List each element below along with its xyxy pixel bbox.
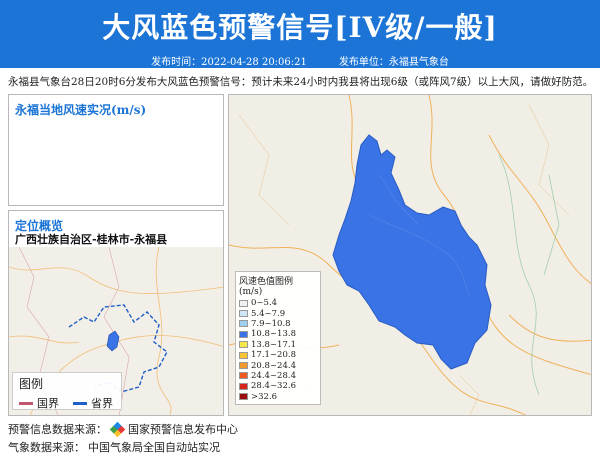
weather-source-label: 气象数据来源： [8,441,85,454]
wind-legend-swatch [239,393,248,401]
wind-color-legend: 风速色值图例 (m/s) 0~5.4 5.4~7.9 7.9~10.8 10.8~13… [235,271,321,405]
wind-panel-title: 永福当地风速实况(m/s) [15,103,147,117]
wind-legend-label: 7.9~10.8 [251,318,291,329]
wind-legend-swatch [239,299,248,307]
overview-legend: 图例 国界 省界 [12,372,122,410]
header-banner: 大风蓝色预警信号[IV级/一般] [0,0,600,52]
wind-legend-item: 0~5.4 [239,298,317,308]
warning-source-line: 预警信息数据来源： 国家预警信息发布中心 [8,421,238,437]
national-border-label: 国界 [37,397,59,410]
wind-legend-label: 0~5.4 [251,298,278,309]
wind-legend-title: 风速色值图例 (m/s) [239,277,294,297]
province-border-label: 省界 [91,397,113,410]
wind-legend-item: 17.1~20.8 [239,350,317,360]
weather-source-value: 中国气象局全国自动站实况 [88,441,220,454]
publisher: 发布单位：永福县气象台 [338,56,449,68]
wind-legend-label: 28.4~32.6 [251,381,296,392]
warning-source-value: 国家预警信息发布中心 [128,423,238,436]
national-border-swatch [19,401,33,405]
wind-legend-swatch [239,330,248,338]
publish-time: 发布时间：2022-04-28 20:06:21 [151,56,307,68]
weather-source-line: 气象数据来源： 中国气象局全国自动站实况 [8,439,220,455]
location-region: 广西壮族自治区-桂林市-永福县 [15,233,168,246]
wind-legend-label: >32.6 [251,391,278,402]
wind-legend-item: 10.8~13.8 [239,329,317,339]
wind-legend-item: 7.9~10.8 [239,319,317,329]
wind-legend-label: 5.4~7.9 [251,308,286,319]
wind-legend-swatch [239,372,248,380]
wind-legend-swatch [239,341,248,349]
wind-speed-panel: 永福当地风速实况(m/s) [8,94,224,206]
wind-legend-swatch [239,320,248,328]
warning-area-map-panel: 风速色值图例 (m/s) 0~5.4 5.4~7.9 7.9~10.8 10.8~13… [228,94,592,416]
wind-legend-swatch [239,310,248,318]
wind-legend-item: 13.8~17.1 [239,340,317,350]
overview-legend-title: 图例 [19,377,44,391]
wind-legend-item: 24.4~28.4 [239,371,317,381]
wind-legend-label: 10.8~13.8 [251,329,296,340]
wind-legend-label: 17.1~20.8 [251,350,296,361]
wind-legend-item: 28.4~32.6 [239,381,317,391]
legend-province-border: 省界 [73,395,113,411]
warning-center-logo-icon [109,421,126,437]
wind-legend-item: 5.4~7.9 [239,308,317,319]
wind-legend-label: 24.4~28.4 [251,370,296,381]
legend-national-border: 国界 [19,395,59,411]
wind-legend-item: 20.8~24.4 [239,360,317,371]
publish-info-bar: 发布时间：2022-04-28 20:06:21 发布单位：永福县气象台 [0,52,600,68]
wind-legend-item: >32.6 [239,392,317,402]
wind-legend-swatch [239,382,248,390]
wind-legend-swatch [239,351,248,359]
wind-legend-label: 13.8~17.1 [251,339,296,350]
wind-legend-swatch [239,362,248,370]
warning-source-label: 预警信息数据来源： [8,423,107,436]
province-border-swatch [73,401,87,405]
warning-notice: 永福县气象台28日20时6分发布大风蓝色预警信号：预计未来24小时内我县将出现6… [8,76,594,88]
page-title: 大风蓝色预警信号[IV级/一般] [102,11,498,44]
wind-legend-label: 20.8~24.4 [251,360,296,371]
